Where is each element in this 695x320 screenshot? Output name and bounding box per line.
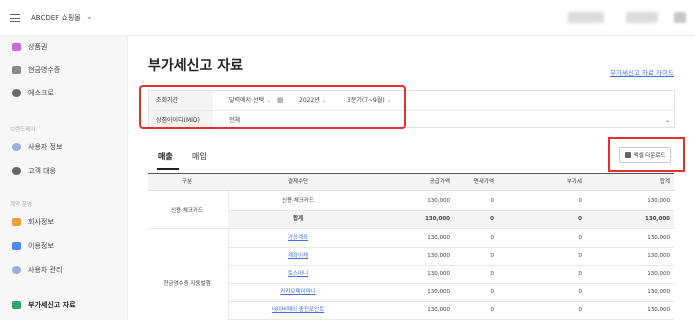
blurred-account-info[interactable] <box>568 12 604 23</box>
vat-amount-cell: 0 <box>578 235 583 241</box>
sidebar-section-contract: 계약·운영 <box>10 202 32 208</box>
highlight-box <box>139 85 406 129</box>
header-vat: 부가세 <box>566 179 582 185</box>
sidebar-item-vat-report[interactable]: 부가세신고 자료 <box>0 294 128 316</box>
vat-guide-link[interactable]: 부가세신고 자료 가이드 <box>610 67 674 77</box>
taxfree-amount-cell: 0 <box>490 198 495 204</box>
vat-amount-cell: 0 <box>578 307 583 313</box>
vat-report-icon <box>12 301 21 309</box>
chevron-down-icon[interactable]: ⌄ <box>86 12 93 21</box>
blurred-account-icon[interactable] <box>674 12 686 23</box>
taxfree-amount-cell: 0 <box>490 216 494 222</box>
customer-support-icon <box>12 167 21 175</box>
tab-sales[interactable]: 매출 <box>158 151 173 162</box>
sidebar-item-escrow[interactable]: 에스크로 <box>0 82 128 104</box>
highlight-box <box>608 137 685 172</box>
sidebar-item-label: 이용정보 <box>28 242 54 250</box>
group-label-cash-receipt: 현금영수증 자동발행 <box>163 281 211 287</box>
sidebar-item-label: 사용자 관리 <box>28 266 63 274</box>
menu-icon[interactable] <box>10 14 20 22</box>
sidebar-item-label: 고객 대응 <box>28 167 56 175</box>
escrow-icon <box>12 89 21 97</box>
active-tab-indicator <box>157 168 179 170</box>
sidebar-item-company-info[interactable]: 회사정보 <box>0 211 128 233</box>
usage-icon <box>12 242 21 250</box>
top-bar: ABCDEF 쇼핑몰 ⌄ <box>0 0 695 36</box>
taxfree-amount-cell: 0 <box>490 307 495 313</box>
taxfree-amount-cell: 0 <box>490 253 495 259</box>
sidebar-item-label: 상품권 <box>28 43 48 51</box>
total-amount-cell: 130,000 <box>647 198 670 204</box>
group-label-card: 신용·체크카드 <box>170 208 204 214</box>
sidebar-item-label: 회사정보 <box>28 218 54 226</box>
sidebar-item-label: 에스크로 <box>28 89 54 97</box>
taxfree-amount-cell: 0 <box>490 235 495 241</box>
user-manage-icon <box>12 266 21 274</box>
sidebar-item-user-info[interactable]: 사용자 정보 <box>0 136 128 158</box>
table-header: 구분 결제수단 공급가액 면세가액 부가세 합계 <box>148 174 674 191</box>
sidebar-item-customer-support[interactable]: 고객 대응 <box>0 160 128 182</box>
vat-table: 구분 결제수단 공급가액 면세가액 부가세 합계 신용·체크카드 현금영수증 자… <box>148 173 674 320</box>
page-title: 부가세신고 자료 <box>148 58 244 74</box>
gift-card-icon <box>12 43 21 51</box>
receipt-icon <box>12 66 21 74</box>
header-total: 합계 <box>659 179 670 185</box>
taxfree-amount-cell: 0 <box>490 271 495 277</box>
sidebar-section-brandpay: 브랜드페이 <box>10 127 36 133</box>
shop-selector[interactable]: ABCDEF 쇼핑몰 <box>31 13 81 23</box>
sidebar-item-label: 사용자 정보 <box>28 143 63 151</box>
vat-amount-cell: 0 <box>578 216 582 222</box>
header-category: 구분 <box>181 179 193 185</box>
sidebar-item-gift-card[interactable]: 상품권 <box>0 36 128 58</box>
total-amount-cell: 130,000 <box>647 289 670 295</box>
sidebar: 상품권 현금영수증 에스크로 브랜드페이 사용자 정보 고객 대응 계약·운영 … <box>0 36 128 320</box>
taxfree-amount-cell: 0 <box>490 289 495 295</box>
blurred-account-info[interactable] <box>626 12 658 23</box>
sidebar-item-label: 현금영수증 <box>28 66 61 74</box>
sidebar-item-usage-info[interactable]: 이용정보 <box>0 235 128 257</box>
sidebar-item-label: 부가세신고 자료 <box>28 301 76 309</box>
user-info-icon <box>12 143 21 151</box>
total-amount-cell: 130,000 <box>647 235 670 241</box>
tab-purchase[interactable]: 매입 <box>192 151 207 162</box>
vat-amount-cell: 0 <box>578 289 583 295</box>
sidebar-item-user-management[interactable]: 사용자 관리 <box>0 259 128 281</box>
vat-amount-cell: 0 <box>578 198 583 204</box>
total-amount-cell: 130,000 <box>647 253 670 259</box>
company-icon <box>12 218 21 226</box>
total-amount-cell: 130,000 <box>647 271 670 277</box>
sidebar-item-cash-receipt[interactable]: 현금영수증 <box>0 59 128 81</box>
total-amount-cell: 130,000 <box>644 216 670 222</box>
vat-amount-cell: 0 <box>578 271 583 277</box>
chevron-down-icon[interactable]: ⌄ <box>665 111 670 130</box>
vat-amount-cell: 0 <box>578 253 583 259</box>
total-amount-cell: 130,000 <box>647 307 670 313</box>
header-taxfree: 면세가액 <box>473 179 494 185</box>
